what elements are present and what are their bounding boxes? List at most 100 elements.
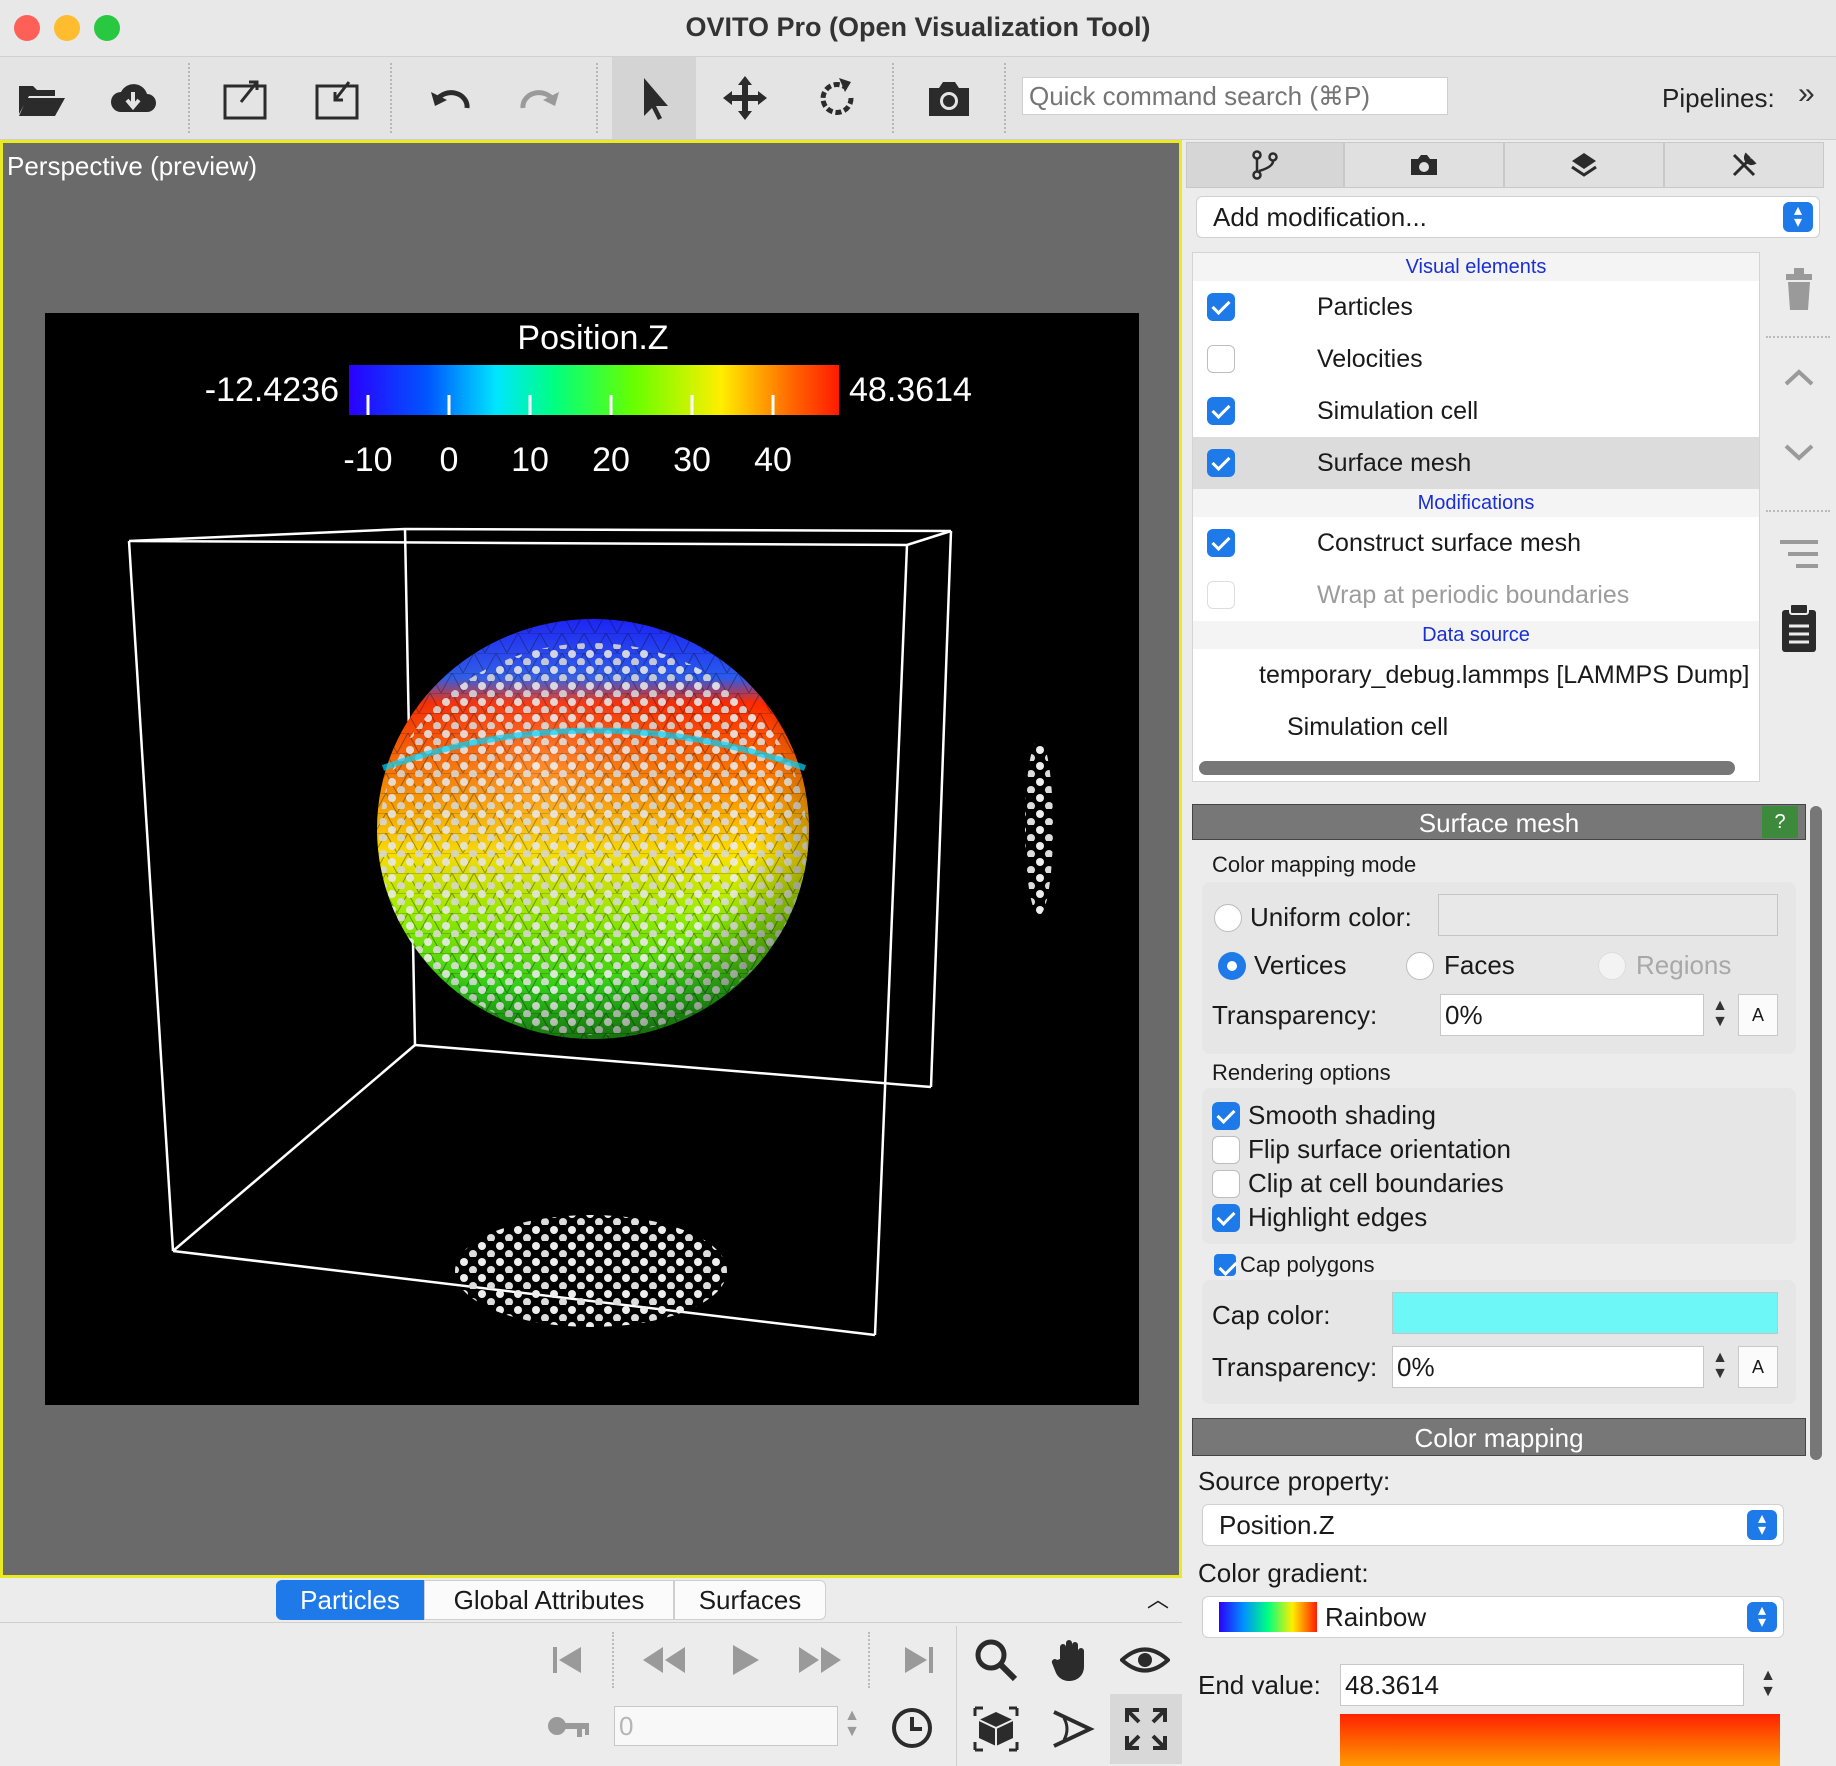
pipeline-item-data-source[interactable]: temporary_debug.lammps [LAMMPS Dump]	[1193, 649, 1759, 701]
color-gradient-label: Color gradient:	[1198, 1558, 1369, 1588]
faces-radio[interactable]	[1406, 952, 1434, 980]
open-file-button[interactable]	[6, 65, 76, 131]
clip-cell-checkbox[interactable]	[1212, 1170, 1240, 1198]
field-of-view-button[interactable]	[1036, 1696, 1106, 1762]
export-button[interactable]	[210, 65, 280, 131]
previous-frame-button[interactable]	[634, 1632, 694, 1688]
play-icon	[733, 1645, 759, 1675]
pipeline-item-wrap-periodic[interactable]: Wrap at periodic boundaries	[1193, 569, 1759, 621]
viewport-caption[interactable]: Perspective (preview)	[7, 151, 257, 182]
add-modification-dropdown[interactable]: Add modification... ▴ ▾	[1196, 196, 1820, 238]
undo-button[interactable]	[414, 65, 484, 131]
cap-polygons-checkbox[interactable]	[1214, 1254, 1236, 1276]
pan-mode-button[interactable]	[1036, 1628, 1106, 1692]
jump-to-end-button[interactable]	[890, 1632, 946, 1688]
load-remote-button[interactable]	[98, 65, 168, 131]
velocities-checkbox[interactable]	[1207, 345, 1235, 373]
tab-surfaces[interactable]: Surfaces	[674, 1580, 826, 1620]
flip-orientation-label: Flip surface orientation	[1248, 1134, 1512, 1164]
pipeline-item-label: temporary_debug.lammps [LAMMPS Dump]	[1259, 660, 1750, 689]
tab-render[interactable]	[1344, 142, 1504, 188]
properties-scrollbar[interactable]	[1810, 806, 1822, 1460]
transparency-animate-button[interactable]: A	[1738, 994, 1778, 1036]
smooth-shading-checkbox[interactable]	[1212, 1102, 1240, 1130]
view-type-button[interactable]	[958, 1696, 1034, 1762]
rendering-options-label: Rendering options	[1212, 1060, 1391, 1085]
selection-mode-button[interactable]	[612, 57, 696, 139]
pipeline-item-label: Construct surface mesh	[1317, 528, 1581, 557]
move-up-button[interactable]	[1774, 356, 1824, 400]
pipeline-item-surface-mesh[interactable]: Surface mesh	[1193, 437, 1759, 489]
cap-color-swatch[interactable]	[1392, 1292, 1778, 1334]
pipeline-item-particles[interactable]: Particles	[1193, 281, 1759, 333]
uniform-color-swatch[interactable]	[1438, 894, 1778, 936]
import-button[interactable]	[302, 65, 372, 131]
frame-number-input[interactable]: 0	[614, 1706, 838, 1746]
eye-icon	[1120, 1647, 1170, 1673]
copy-pipeline-button[interactable]	[1774, 600, 1824, 658]
vertices-label: Vertices	[1254, 950, 1347, 980]
cap-color-label: Cap color:	[1212, 1300, 1331, 1330]
tab-utilities[interactable]	[1664, 142, 1824, 188]
color-gradient-dropdown[interactable]: Rainbow ▴ ▾	[1202, 1596, 1784, 1638]
redo-button[interactable]	[506, 65, 576, 131]
tab-overlays[interactable]	[1504, 142, 1664, 188]
maximize-viewport-button[interactable]	[1110, 1694, 1182, 1764]
pipeline-list-scrollbar[interactable]	[1199, 761, 1735, 775]
uniform-color-radio[interactable]	[1214, 904, 1242, 932]
play-button[interactable]	[716, 1632, 772, 1688]
highlight-edges-checkbox[interactable]	[1212, 1204, 1240, 1232]
command-panel: Add modification... ▴ ▾ Visual elements P…	[1184, 140, 1836, 1766]
rotate-mode-button[interactable]	[802, 65, 872, 131]
pipeline-item-construct-surface-mesh[interactable]: Construct surface mesh	[1193, 517, 1759, 569]
move-mode-button[interactable]	[710, 65, 780, 131]
tab-global-attributes[interactable]: Global Attributes	[424, 1580, 674, 1620]
rendered-scene: Position.Z -12.4236 48.3614 -10 0 10 20 …	[45, 313, 1139, 1405]
source-property-dropdown[interactable]: Position.Z ▴ ▾	[1202, 1504, 1784, 1546]
construct-surface-mesh-checkbox[interactable]	[1207, 529, 1235, 557]
pipeline-item-velocities[interactable]: Velocities	[1193, 333, 1759, 385]
help-button[interactable]: ?	[1762, 806, 1798, 838]
animation-settings-button[interactable]	[884, 1700, 940, 1756]
perspective-viewport[interactable]: Perspective (preview) Position.Z -12.423…	[0, 140, 1182, 1578]
end-value-spinner[interactable]: ▲ ▼	[1754, 1668, 1782, 1700]
orbit-mode-button[interactable]	[1108, 1628, 1182, 1692]
tab-particles[interactable]: Particles	[276, 1580, 424, 1620]
wrap-periodic-checkbox[interactable]	[1207, 581, 1235, 609]
render-button[interactable]	[914, 65, 984, 131]
end-value-input[interactable]: 48.3614	[1340, 1664, 1744, 1706]
regions-radio[interactable]	[1598, 952, 1626, 980]
jump-to-start-button[interactable]	[540, 1632, 596, 1688]
list-icon	[1780, 540, 1818, 568]
particles-checkbox[interactable]	[1207, 293, 1235, 321]
chevron-down-icon	[1784, 444, 1814, 461]
frame-spinner[interactable]: ▲ ▼	[838, 1708, 866, 1740]
flip-orientation-checkbox[interactable]	[1212, 1136, 1240, 1164]
surface-mesh-checkbox[interactable]	[1207, 449, 1235, 477]
pipelines-expand-button[interactable]: »	[1798, 77, 1815, 111]
quick-command-search-input[interactable]	[1022, 77, 1448, 115]
zoom-mode-button[interactable]	[958, 1628, 1034, 1692]
colorbar-tick-label: 20	[592, 441, 630, 479]
delete-modifier-button[interactable]	[1774, 262, 1824, 314]
move-down-button[interactable]	[1774, 430, 1824, 474]
expand-data-inspector-button[interactable]: ︿	[1140, 1578, 1176, 1618]
redo-icon	[520, 90, 559, 109]
colorbar-tick-label: 10	[511, 441, 549, 479]
pipeline-item-source-simulation-cell[interactable]: Simulation cell	[1193, 701, 1759, 753]
cursor-arrow-icon	[644, 78, 668, 120]
animation-keys-button[interactable]	[540, 1702, 596, 1750]
regions-label: Regions	[1636, 950, 1732, 980]
cap-transparency-spinner[interactable]: ▲ ▼	[1706, 1350, 1734, 1382]
cap-transparency-animate-button[interactable]: A	[1738, 1346, 1778, 1388]
pipeline-item-simulation-cell[interactable]: Simulation cell	[1193, 385, 1759, 437]
cap-transparency-input[interactable]: 0%	[1392, 1346, 1704, 1388]
transparency-input[interactable]: 0%	[1440, 994, 1704, 1036]
transparency-spinner[interactable]: ▲ ▼	[1706, 998, 1734, 1030]
simulation-cell-checkbox[interactable]	[1207, 397, 1235, 425]
vertices-radio[interactable]	[1218, 952, 1246, 980]
next-frame-button[interactable]	[790, 1632, 850, 1688]
colorbar-tick-label: 30	[673, 441, 711, 479]
manage-modifier-templates-button[interactable]	[1774, 532, 1824, 576]
tab-pipeline[interactable]	[1186, 142, 1344, 188]
